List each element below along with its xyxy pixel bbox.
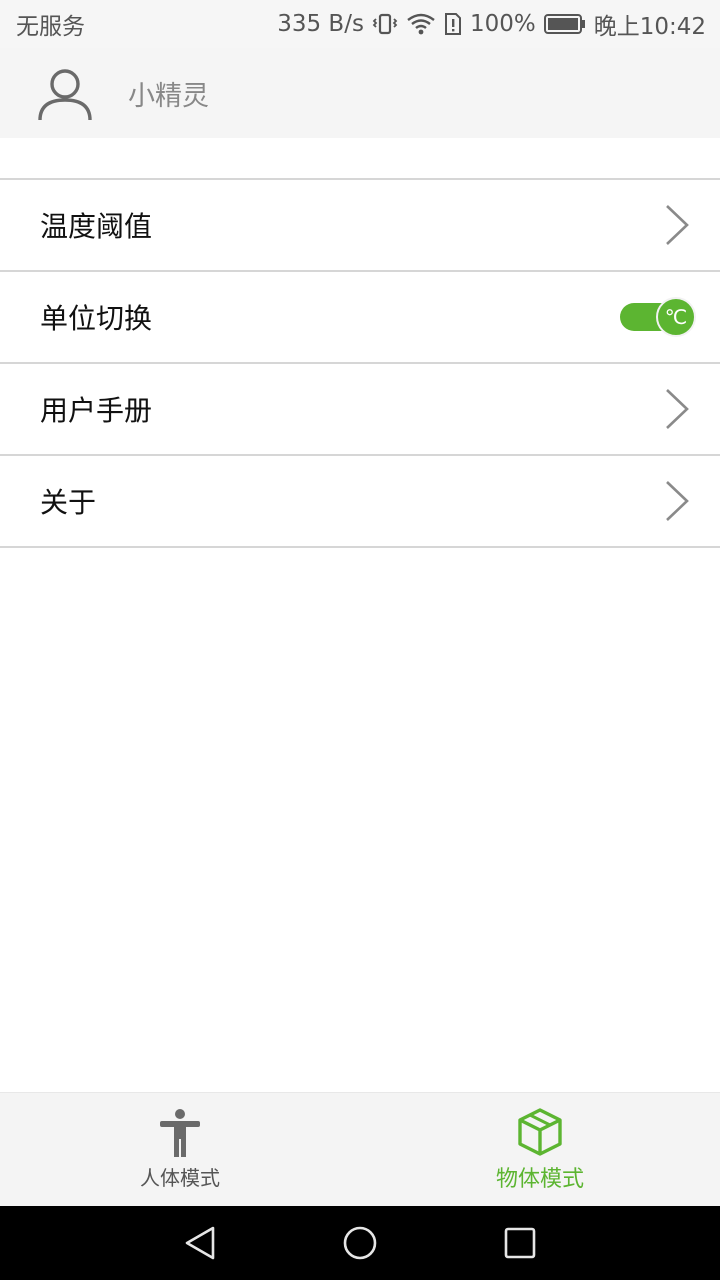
tab-label: 人体模式	[140, 1166, 220, 1190]
profile-name: 小精灵	[128, 80, 209, 112]
chevron-right-icon	[666, 481, 689, 521]
tab-object-mode[interactable]: 物体模式	[360, 1093, 720, 1206]
recents-square-icon	[504, 1227, 536, 1259]
setting-label: 关于	[40, 486, 97, 519]
setting-label: 单位切换	[40, 302, 153, 335]
home-button[interactable]	[280, 1206, 440, 1280]
setting-row-unit-switch: 单位切换 ℃	[0, 272, 720, 364]
tab-human-mode[interactable]: 人体模式	[0, 1093, 360, 1206]
battery-icon	[543, 14, 585, 34]
setting-row-temperature-threshold[interactable]: 温度阈值	[0, 180, 720, 272]
user-avatar-icon	[38, 69, 92, 121]
status-bar: 无服务 335 B/s 100% 晚上10:42	[0, 0, 720, 48]
setting-row-user-manual[interactable]: 用户手册	[0, 364, 720, 456]
toggle-knob: ℃	[656, 297, 696, 337]
bottom-tab-bar: 人体模式 物体模式	[0, 1092, 720, 1206]
settings-list: 温度阈值 单位切换 ℃ 用户手册 关于	[0, 178, 720, 548]
profile-header[interactable]: 小精灵	[0, 48, 720, 138]
back-triangle-icon	[185, 1226, 215, 1260]
status-icons: 335 B/s 100% 晚上10:42	[277, 7, 706, 41]
home-circle-icon	[343, 1226, 377, 1260]
system-nav-bar	[0, 1206, 720, 1280]
chevron-right-icon	[666, 205, 689, 245]
unit-toggle[interactable]: ℃	[620, 297, 696, 337]
cube-icon	[518, 1107, 562, 1156]
net-speed-text: 335 B/s	[277, 11, 364, 37]
tab-label: 物体模式	[495, 1166, 584, 1192]
setting-row-about[interactable]: 关于	[0, 456, 720, 548]
person-icon	[160, 1109, 200, 1157]
wifi-icon	[407, 13, 435, 35]
setting-label: 温度阈值	[40, 210, 153, 243]
recents-button[interactable]	[440, 1206, 600, 1280]
chevron-right-icon	[666, 389, 689, 429]
carrier-text: 无服务	[16, 14, 85, 40]
sim-alert-icon	[444, 13, 461, 35]
vibrate-icon	[372, 13, 398, 35]
battery-text: 100%	[469, 11, 536, 37]
clock-text: 晚上10:42	[593, 14, 706, 40]
celsius-label: ℃	[664, 305, 688, 329]
back-button[interactable]	[120, 1206, 280, 1280]
setting-label: 用户手册	[40, 394, 153, 427]
